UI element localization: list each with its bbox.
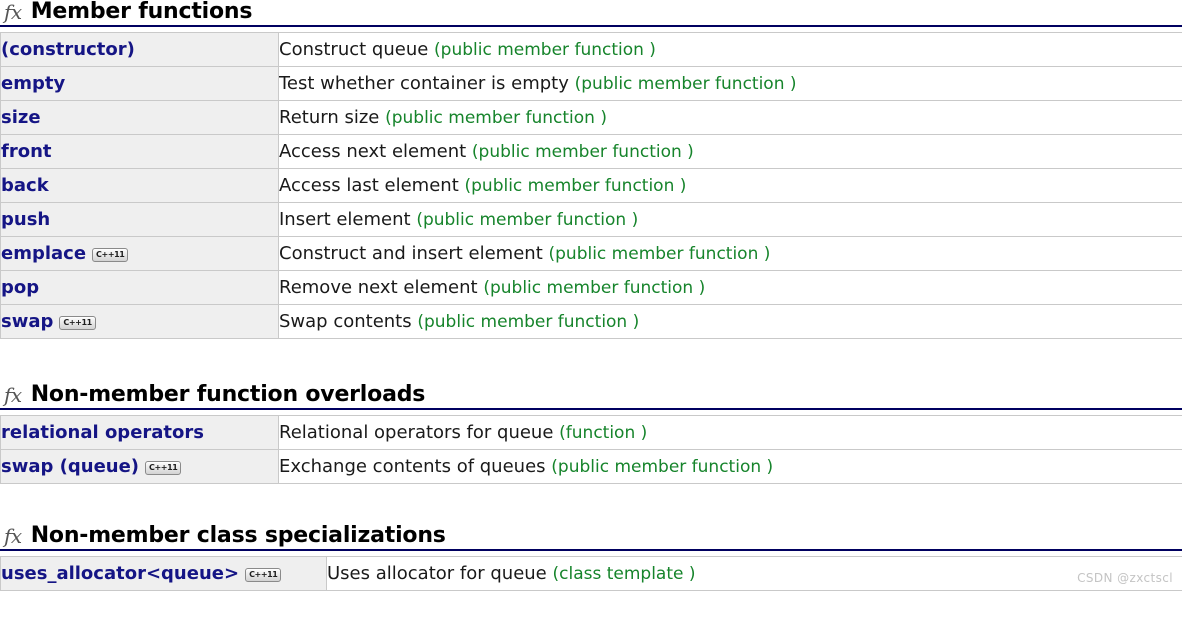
table-row: back Access last element (public member f… — [1, 169, 1182, 203]
function-name-cell: size — [1, 101, 279, 135]
fx-icon: fx — [4, 526, 31, 547]
function-description-cell: Exchange contents of queues (public memb… — [279, 450, 1182, 484]
section-spacer — [0, 484, 1182, 524]
section-header: fxNon-member class specializations — [0, 524, 1182, 551]
cpp11-badge-icon: C++11 — [59, 316, 95, 330]
function-table: relational operators Relational operators… — [0, 415, 1182, 484]
description-text: Construct and insert element — [279, 243, 543, 264]
function-table: uses_allocator<queue> C++11 Uses allocator… — [0, 556, 1182, 591]
function-name-cell: empty — [1, 67, 279, 101]
function-name-cell: back — [1, 169, 279, 203]
function-link[interactable]: uses_allocator<queue> — [1, 563, 239, 584]
function-link[interactable]: empty — [1, 73, 65, 94]
description-kind: (public member function ) — [483, 278, 705, 298]
fx-icon: fx — [4, 2, 31, 23]
description-text: Swap contents — [279, 311, 412, 332]
description-text: Access last element — [279, 175, 459, 196]
section: fxMember functions (constructor) Construct… — [0, 0, 1182, 339]
description-text: Return size — [279, 107, 379, 128]
function-name-cell: push — [1, 203, 279, 237]
table-row: swap C++11 Swap contents (public member fu… — [1, 305, 1182, 339]
section: fxNon-member class specializations uses_a… — [0, 524, 1182, 591]
function-link[interactable]: pop — [1, 277, 39, 298]
description-kind: (public member function ) — [416, 210, 638, 230]
function-link[interactable]: relational operators — [1, 422, 204, 443]
function-description-cell: Remove next element (public member funct… — [279, 271, 1182, 305]
function-link[interactable]: size — [1, 107, 41, 128]
description-kind: (public member function ) — [385, 108, 607, 128]
description-text: Uses allocator for queue — [327, 563, 547, 584]
fx-icon: fx — [4, 385, 31, 406]
table-row: swap (queue) C++11 Exchange contents of qu… — [1, 450, 1182, 484]
description-kind: (public member function ) — [551, 457, 773, 477]
description-kind: (public member function ) — [575, 74, 797, 94]
function-name-cell: uses_allocator<queue> C++11 — [1, 557, 327, 591]
section-title: Non-member function overloads — [31, 383, 425, 406]
table-row: uses_allocator<queue> C++11 Uses allocator… — [1, 557, 1182, 591]
description-text: Construct queue — [279, 39, 428, 60]
description-kind: (public member function ) — [417, 312, 639, 332]
section-header: fxMember functions — [0, 0, 1182, 27]
cpp11-badge-icon: C++11 — [245, 568, 281, 582]
description-text: Test whether container is empty — [279, 73, 569, 94]
watermark: CSDN @zxctscl — [1077, 571, 1173, 585]
function-name-cell: (constructor) — [1, 33, 279, 67]
function-description-cell: Uses allocator for queue (class template… — [327, 557, 1182, 591]
section-title: Non-member class specializations — [31, 524, 446, 547]
description-kind: (public member function ) — [465, 176, 687, 196]
description-kind: (public member function ) — [434, 40, 656, 60]
function-description-cell: Access next element (public member funct… — [279, 135, 1182, 169]
function-description-cell: Insert element (public member function ) — [279, 203, 1182, 237]
description-text: Insert element — [279, 209, 411, 230]
function-link[interactable]: swap (queue) — [1, 456, 139, 477]
table-row: relational operators Relational operators… — [1, 416, 1182, 450]
function-description-cell: Construct queue (public member function … — [279, 33, 1182, 67]
function-link[interactable]: push — [1, 209, 50, 230]
description-kind: (public member function ) — [472, 142, 694, 162]
cpp11-badge-icon: C++11 — [145, 461, 181, 475]
function-name-cell: front — [1, 135, 279, 169]
function-table: (constructor) Construct queue (public mem… — [0, 32, 1182, 339]
function-name-cell: swap (queue) C++11 — [1, 450, 279, 484]
section: fxNon-member function overloads relationa… — [0, 383, 1182, 484]
function-description-cell: Access last element (public member funct… — [279, 169, 1182, 203]
section-title: Member functions — [31, 0, 253, 23]
function-link[interactable]: emplace — [1, 243, 86, 264]
section-header: fxNon-member function overloads — [0, 383, 1182, 410]
table-row: (constructor) Construct queue (public mem… — [1, 33, 1182, 67]
section-spacer — [0, 339, 1182, 383]
table-row: empty Test whether container is empty (pu… — [1, 67, 1182, 101]
description-kind: (class template ) — [553, 564, 696, 584]
description-text: Access next element — [279, 141, 466, 162]
table-row: push Insert element (public member functi… — [1, 203, 1182, 237]
sections-container: fxMember functions(constructor)Construct… — [0, 0, 1182, 591]
description-text: Exchange contents of queues — [279, 456, 546, 477]
function-name-cell: pop — [1, 271, 279, 305]
function-link[interactable]: (constructor) — [1, 39, 135, 60]
function-name-cell: emplace C++11 — [1, 237, 279, 271]
function-description-cell: Return size (public member function ) — [279, 101, 1182, 135]
description-text: Remove next element — [279, 277, 478, 298]
reference-page: fxMember functions(constructor)Construct… — [0, 0, 1182, 591]
table-row: front Access next element (public member … — [1, 135, 1182, 169]
cpp11-badge-icon: C++11 — [92, 248, 128, 262]
table-row: pop Remove next element (public member fu… — [1, 271, 1182, 305]
description-kind: (public member function ) — [549, 244, 771, 264]
description-kind: (function ) — [559, 423, 647, 443]
table-row: size Return size (public member function … — [1, 101, 1182, 135]
table-row: emplace C++11 Construct and insert element… — [1, 237, 1182, 271]
function-name-cell: relational operators — [1, 416, 279, 450]
function-description-cell: Construct and insert element (public mem… — [279, 237, 1182, 271]
description-text: Relational operators for queue — [279, 422, 553, 443]
function-link[interactable]: back — [1, 175, 49, 196]
function-link[interactable]: swap — [1, 311, 53, 332]
function-description-cell: Swap contents (public member function ) — [279, 305, 1182, 339]
function-name-cell: swap C++11 — [1, 305, 279, 339]
function-description-cell: Test whether container is empty (public … — [279, 67, 1182, 101]
function-link[interactable]: front — [1, 141, 52, 162]
function-description-cell: Relational operators for queue (function… — [279, 416, 1182, 450]
